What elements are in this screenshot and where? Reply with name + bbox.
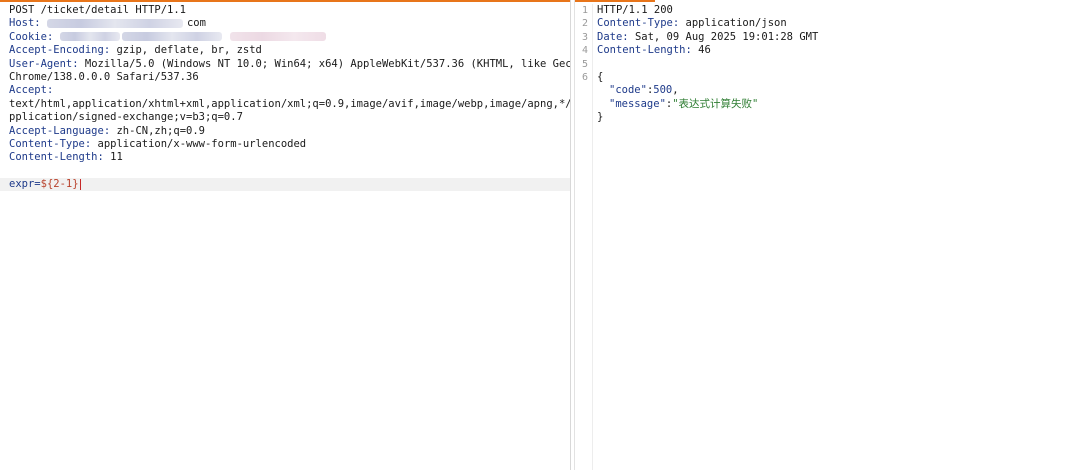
header-name: Accept-Encoding [9,44,104,57]
line-number-gutter: 1 2 3 4 5 6 [575,4,593,470]
line-number: 6 [581,71,588,83]
header-name: Content-Length [597,44,686,57]
line-number: 3 [581,31,588,43]
header-value: application/x-www-form-urlencoded [97,137,307,150]
json-number: 500 [653,84,673,97]
line-number: 4 [581,45,588,57]
response-header-content-length: Content-Length: 46 [597,44,711,57]
response-pane-active-indicator [575,0,655,2]
status-line: HTTP/1.1 200 [597,4,673,16]
header-content-length: Content-Length: 11 [9,151,123,164]
header-content-type: Content-Type: application/x-www-form-url… [9,137,307,150]
request-editor-pane[interactable]: POST /ticket/detail HTTP/1.1 Host: com C… [0,0,571,470]
header-value: application/json [685,17,787,30]
request-lines: POST /ticket/detail HTTP/1.1 Host: com C… [0,4,570,192]
json-open-brace: { [597,70,604,83]
line-number: 1 [581,5,588,16]
redacted-value [46,18,183,28]
header-user-agent: User-Agent: Mozilla/5.0 (Windows NT 10.0… [9,57,570,71]
text-cursor [79,178,82,190]
body-param-name: expr [9,178,35,191]
header-name: Content-Type [597,17,673,30]
header-value: 46 [698,44,711,57]
redacted-value [59,32,120,42]
header-cookie: Cookie: [9,31,564,44]
request-line: POST /ticket/detail HTTP/1.1 [9,4,187,16]
json-key: "code" [609,84,647,97]
header-name: Content-Type [9,137,85,150]
header-value: Mozilla/5.0 (Windows NT 10.0; Win64; x64… [84,57,571,70]
json-string: "表达式计算失败" [672,97,759,110]
header-name: Accept-Language [9,124,104,137]
response-header-date: Date: Sat, 09 Aug 2025 19:01:28 GMT [597,30,819,43]
response-header-content-type: Content-Type: application/json [597,17,787,30]
response-lines: HTTP/1.1 200 Content-Type: application/j… [597,4,1075,125]
header-value: Chrome/138.0.0.0 Safari/537.36 [9,70,199,83]
header-continuation: pplication/signed-exchange;v=b3;q=0.7 [9,111,564,124]
redacted-value [229,32,326,42]
header-value: 11 [110,151,123,164]
json-key: "message" [609,97,666,110]
json-message-line: "message":"表达式计算失败" [609,97,759,110]
header-value: zh-CN,zh;q=0.9 [116,124,205,137]
header-value: text/html,application/xhtml+xml,applicat… [9,97,571,110]
json-close-brace: } [597,111,604,124]
json-code-line: "code":500, [609,84,679,97]
header-name: Content-Length [9,151,98,164]
line-number: 2 [581,18,588,30]
request-pane-active-indicator [0,0,570,2]
header-name: Host [9,17,35,30]
header-accept: Accept: [9,84,54,97]
header-value: gzip, deflate, br, zstd [116,44,262,57]
header-value: pplication/signed-exchange;v=b3;q=0.7 [9,111,243,124]
header-value: Sat, 09 Aug 2025 19:01:28 GMT [634,30,819,43]
header-name: User-Agent [9,57,73,70]
body-param-value: ${2-1} [40,178,79,191]
header-accept-language: Accept-Language: zh-CN,zh;q=0.9 [9,124,205,137]
header-host: Host: com [9,17,206,30]
header-value: com [186,17,206,30]
response-viewer-pane[interactable]: 1 2 3 4 5 6 HTTP/1.1 200 Content-Type: a… [574,0,1080,470]
header-name: Date [597,30,623,43]
redacted-value [121,32,222,42]
header-name: Cookie [9,30,47,43]
header-accept-encoding: Accept-Encoding: gzip, deflate, br, zstd [9,44,262,57]
header-name: Accept [9,84,47,97]
request-body-line[interactable]: expr=${2-1} [0,178,570,192]
header-continuation: text/html,application/xhtml+xml,applicat… [9,98,570,111]
line-number: 5 [581,58,588,70]
header-continuation: Chrome/138.0.0.0 Safari/537.36 [9,71,564,84]
